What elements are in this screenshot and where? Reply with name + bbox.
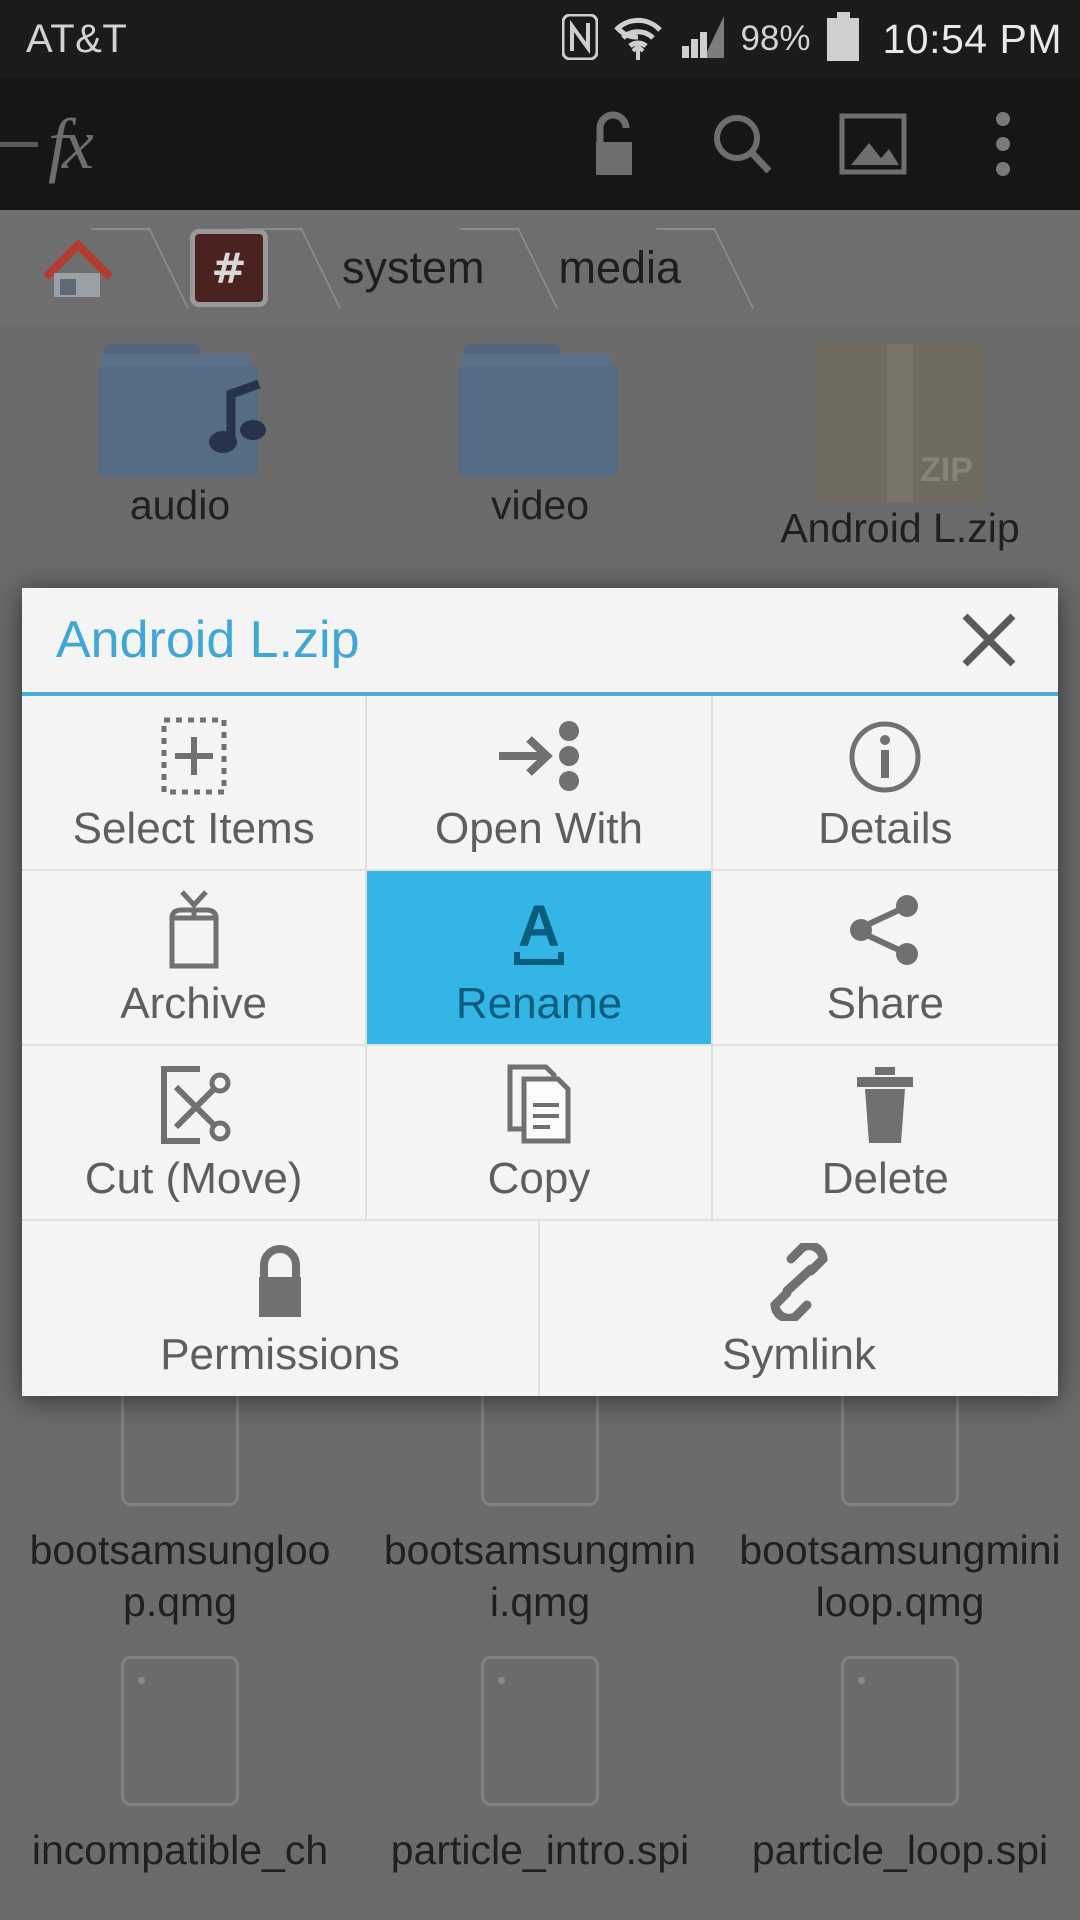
link-chain-icon (757, 1239, 841, 1321)
action-archive[interactable]: Archive (22, 871, 368, 1046)
info-icon (847, 713, 923, 795)
trash-icon (849, 1063, 921, 1145)
action-delete[interactable]: Delete (712, 1046, 1058, 1221)
cut-scissors-icon (154, 1063, 234, 1145)
lock-icon (246, 1239, 314, 1321)
action-label: Rename (455, 978, 623, 1028)
dialog-header: Android L.zip (22, 588, 1058, 696)
svg-text:A: A (518, 894, 560, 959)
screen-root: AT&T 98% 10:54 PM fx # system media audi… (0, 0, 1080, 1920)
share-icon (845, 888, 925, 970)
action-permissions[interactable]: Permissions (22, 1221, 540, 1396)
dialog-title: Android L.zip (56, 611, 360, 669)
select-items-icon (161, 713, 227, 795)
action-label: Cut (Move) (84, 1153, 303, 1203)
action-label: Symlink (721, 1329, 877, 1379)
action-label: Archive (120, 978, 268, 1028)
action-label: Open With (435, 803, 643, 853)
action-open-with[interactable]: Open With (367, 696, 713, 871)
action-share[interactable]: Share (712, 871, 1058, 1046)
open-with-icon (493, 713, 585, 795)
dialog-action-grid: Select Items Open With Details Archive A… (22, 696, 1058, 1396)
file-actions-dialog: Android L.zip Select Items Open With Det… (22, 588, 1058, 1396)
action-copy[interactable]: Copy (367, 1046, 713, 1221)
rename-icon: A (499, 888, 579, 970)
action-label: Delete (821, 1153, 949, 1203)
action-label: Share (826, 978, 945, 1028)
action-rename[interactable]: A Rename (367, 871, 713, 1046)
action-cut-move[interactable]: Cut (Move) (22, 1046, 368, 1221)
close-icon[interactable] (954, 605, 1024, 675)
action-label: Permissions (160, 1329, 400, 1379)
action-label: Select Items (72, 803, 315, 853)
action-label: Copy (487, 1153, 591, 1203)
archive-box-icon (158, 888, 230, 970)
action-select-items[interactable]: Select Items (22, 696, 368, 871)
action-symlink[interactable]: Symlink (540, 1221, 1058, 1396)
copy-icon (502, 1063, 576, 1145)
action-details[interactable]: Details (712, 696, 1058, 871)
action-label: Details (818, 803, 953, 853)
